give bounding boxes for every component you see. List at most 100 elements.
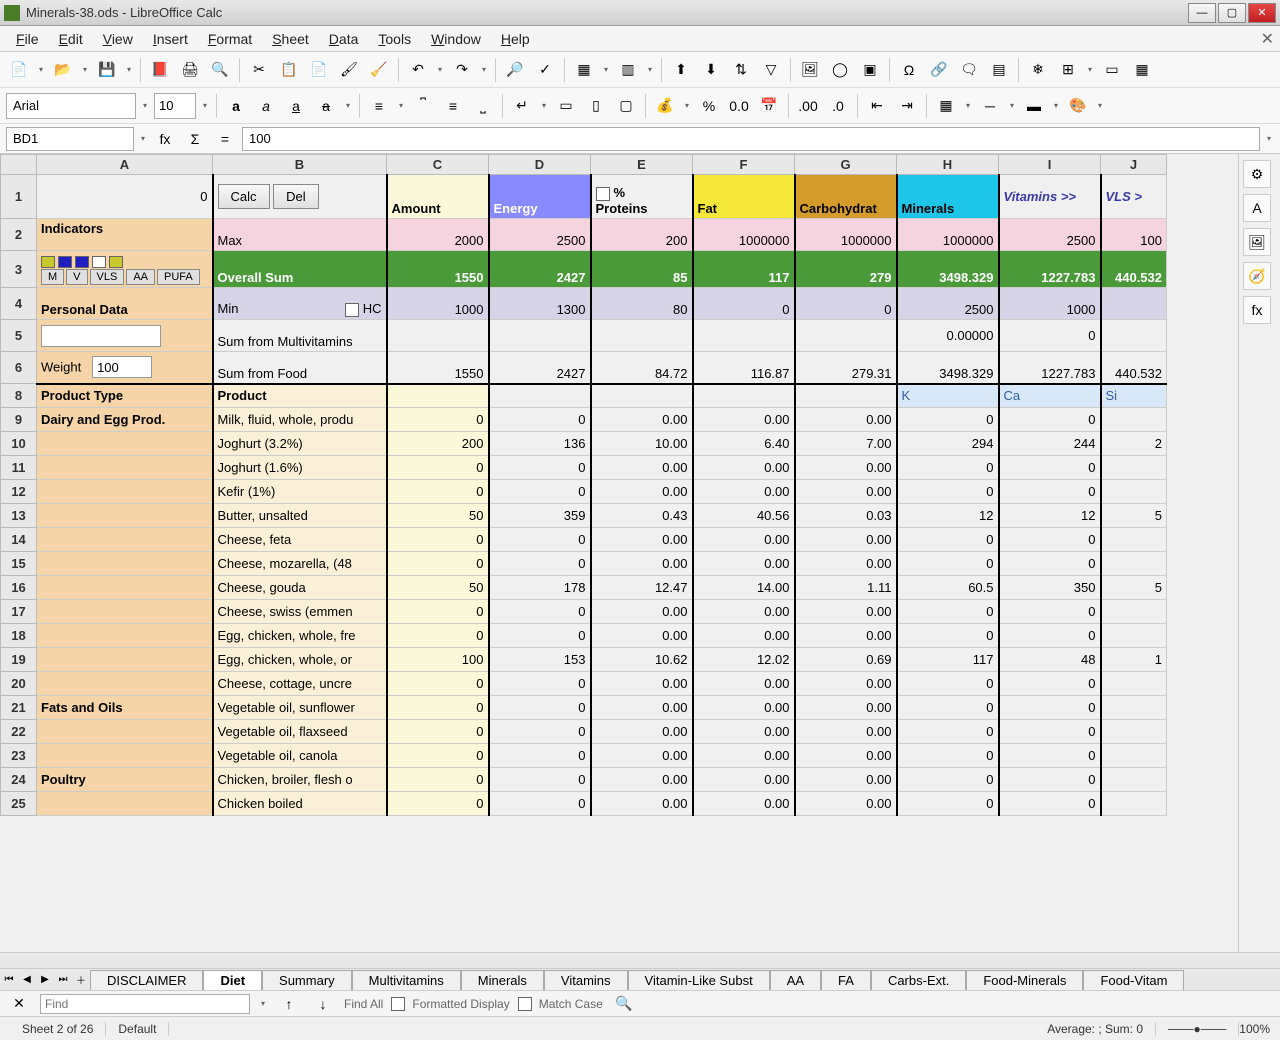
row-icon[interactable]: ▦ [571, 57, 597, 83]
cell-J15[interactable] [1101, 552, 1167, 576]
cell-H24[interactable]: 0 [897, 768, 999, 792]
cell-H23[interactable]: 0 [897, 744, 999, 768]
cell-C25[interactable]: 0 [387, 792, 489, 816]
cell-H8[interactable]: K [897, 384, 999, 408]
cell-F4[interactable]: 0 [693, 288, 795, 320]
cell-J11[interactable] [1101, 456, 1167, 480]
cell-J14[interactable] [1101, 528, 1167, 552]
cell-I24[interactable]: 0 [999, 768, 1101, 792]
cell-D16[interactable]: 178 [489, 576, 591, 600]
cell-F22[interactable]: 0.00 [693, 720, 795, 744]
cell-C17[interactable]: 0 [387, 600, 489, 624]
window-icon[interactable]: ▭ [1099, 57, 1125, 83]
row-header-13[interactable]: 13 [1, 504, 37, 528]
cell-D12[interactable]: 0 [489, 480, 591, 504]
cell-H5[interactable]: 0.00000 [897, 320, 999, 352]
filter-icon[interactable]: ▽ [758, 57, 784, 83]
match-case-checkbox[interactable]: Match Case [518, 997, 603, 1011]
open-dropdown[interactable]: ▾ [80, 57, 90, 83]
col-header-D[interactable]: D [489, 155, 591, 175]
cell-B20[interactable]: Cheese, cottage, uncre [213, 672, 387, 696]
tab-prev-icon[interactable]: ◀ [18, 971, 36, 989]
cell-J2[interactable]: 100 [1101, 219, 1167, 251]
bg-color-icon[interactable]: 🎨 [1065, 93, 1091, 119]
cut-icon[interactable]: ✂ [246, 57, 272, 83]
strike-dropdown[interactable]: ▾ [343, 93, 353, 119]
cell-G25[interactable]: 0.00 [795, 792, 897, 816]
row-header-3[interactable]: 3 [1, 251, 37, 288]
cell-I18[interactable]: 0 [999, 624, 1101, 648]
font-size-input[interactable] [154, 93, 196, 119]
paste-icon[interactable]: 📄 [306, 57, 332, 83]
cell-B5[interactable]: Sum from Multivitamins [213, 320, 387, 352]
cell-G15[interactable]: 0.00 [795, 552, 897, 576]
number-icon[interactable]: 0.0 [726, 93, 752, 119]
cell-B23[interactable]: Vegetable oil, canola [213, 744, 387, 768]
cell-A22[interactable] [37, 720, 213, 744]
cell-B9[interactable]: Milk, fluid, whole, produ [213, 408, 387, 432]
cell-F3[interactable]: 117 [693, 251, 795, 288]
menu-format[interactable]: Format [198, 27, 262, 51]
sheet-tab-carbs-ext-[interactable]: Carbs-Ext. [871, 970, 966, 990]
border-color-dropdown[interactable]: ▾ [1051, 93, 1061, 119]
formatted-display-checkbox[interactable]: Formatted Display [391, 997, 509, 1011]
cell-A11[interactable] [37, 456, 213, 480]
cell-I3[interactable]: 1227.783 [999, 251, 1101, 288]
cell-G24[interactable]: 0.00 [795, 768, 897, 792]
indicator-btn-M[interactable]: M [41, 269, 64, 285]
spreadsheet-grid[interactable]: ABCDEFGHIJ 1 0 Calc Del Amount Energy %P… [0, 154, 1238, 952]
redo-icon[interactable]: ↷ [449, 57, 475, 83]
cell-A23[interactable] [37, 744, 213, 768]
currency-dropdown[interactable]: ▾ [682, 93, 692, 119]
cell-A25[interactable] [37, 792, 213, 816]
add-decimal-icon[interactable]: .00 [795, 93, 821, 119]
cell-D14[interactable]: 0 [489, 528, 591, 552]
sum-icon[interactable]: Σ [182, 126, 208, 152]
cell-E24[interactable]: 0.00 [591, 768, 693, 792]
cell-D18[interactable]: 0 [489, 624, 591, 648]
col-header-A[interactable]: A [37, 155, 213, 175]
row-header-19[interactable]: 19 [1, 648, 37, 672]
proteins-pct-checkbox[interactable] [596, 187, 610, 201]
cell-F21[interactable]: 0.00 [693, 696, 795, 720]
cell-F23[interactable]: 0.00 [693, 744, 795, 768]
save-icon[interactable]: 💾 [94, 57, 120, 83]
cell-F12[interactable]: 0.00 [693, 480, 795, 504]
cell-B16[interactable]: Cheese, gouda [213, 576, 387, 600]
cell-J10[interactable]: 2 [1101, 432, 1167, 456]
cell-D17[interactable]: 0 [489, 600, 591, 624]
function-wizard-icon[interactable]: fx [152, 126, 178, 152]
cell-B8[interactable]: Product [213, 384, 387, 408]
cell-F15[interactable]: 0.00 [693, 552, 795, 576]
cell-E15[interactable]: 0.00 [591, 552, 693, 576]
cell-I19[interactable]: 48 [999, 648, 1101, 672]
cell-reference-dropdown[interactable]: ▾ [138, 126, 148, 152]
col-header-J[interactable]: J [1101, 155, 1167, 175]
cell-J9[interactable] [1101, 408, 1167, 432]
close-doc-icon[interactable]: ✕ [1261, 29, 1274, 49]
cell-E3[interactable]: 85 [591, 251, 693, 288]
cell-A1[interactable]: 0 [37, 175, 213, 219]
font-size-dropdown[interactable]: ▾ [200, 93, 210, 119]
cell-G6[interactable]: 279.31 [795, 352, 897, 384]
cell-D19[interactable]: 153 [489, 648, 591, 672]
cell-G4[interactable]: 0 [795, 288, 897, 320]
align-h-dropdown[interactable]: ▾ [396, 93, 406, 119]
sheet-tab-fa[interactable]: FA [821, 970, 871, 990]
find-icon[interactable]: 🔎 [502, 57, 528, 83]
cell-I5[interactable]: 0 [999, 320, 1101, 352]
cell-B18[interactable]: Egg, chicken, whole, fre [213, 624, 387, 648]
undo-dropdown[interactable]: ▾ [435, 57, 445, 83]
cell-G5[interactable] [795, 320, 897, 352]
open-icon[interactable]: 📂 [50, 57, 76, 83]
calc-button[interactable]: Calc [218, 184, 270, 209]
cell-D6[interactable]: 2427 [489, 352, 591, 384]
cell-F18[interactable]: 0.00 [693, 624, 795, 648]
border-style-icon[interactable]: ─ [977, 93, 1003, 119]
cell-B22[interactable]: Vegetable oil, flaxseed [213, 720, 387, 744]
cell-E9[interactable]: 0.00 [591, 408, 693, 432]
cell-E20[interactable]: 0.00 [591, 672, 693, 696]
cell-C15[interactable]: 0 [387, 552, 489, 576]
sheet-tab-food-vitam[interactable]: Food-Vitam [1083, 970, 1184, 990]
col-header-F[interactable]: F [693, 155, 795, 175]
